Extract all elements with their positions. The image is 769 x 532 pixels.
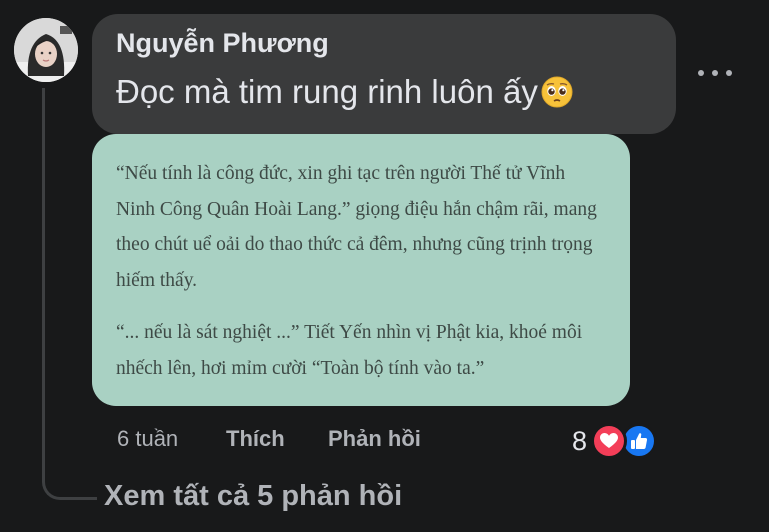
reactions-summary[interactable]: 8 bbox=[572, 421, 658, 461]
dot-icon bbox=[712, 70, 718, 76]
reaction-count: 8 bbox=[572, 425, 588, 456]
comment-body: Đọc mà tim rung rinh luôn ấy bbox=[116, 73, 538, 110]
more-options-button[interactable] bbox=[698, 62, 732, 84]
dot-icon bbox=[726, 70, 732, 76]
quote-paragraph-2: “... nếu là sát nghiệt ...” Tiết Yến nhì… bbox=[116, 322, 583, 379]
comment-text: Đọc mà tim rung rinh luôn ấy bbox=[116, 73, 574, 111]
timestamp[interactable]: 6 tuần bbox=[117, 426, 178, 452]
reply-button[interactable]: Phản hồi bbox=[328, 426, 421, 452]
heart-reaction-icon bbox=[591, 423, 628, 459]
author-name[interactable]: Nguyễn Phương bbox=[116, 28, 329, 59]
like-button[interactable]: Thích bbox=[226, 426, 285, 452]
quote-paragraph-1: “Nếu tính là công đức, xin ghi tạc trên … bbox=[116, 163, 597, 291]
view-all-replies-link[interactable]: Xem tất cả 5 phản hồi bbox=[104, 480, 402, 513]
comment-thread: Nguyễn Phương Đọc mà tim rung rinh luôn … bbox=[0, 0, 769, 532]
pleading-face-emoji-icon bbox=[540, 75, 574, 109]
quote-image-card[interactable]: “Nếu tính là công đức, xin ghi tạc trên … bbox=[92, 134, 630, 406]
dot-icon bbox=[698, 70, 704, 76]
avatar[interactable] bbox=[14, 18, 78, 82]
